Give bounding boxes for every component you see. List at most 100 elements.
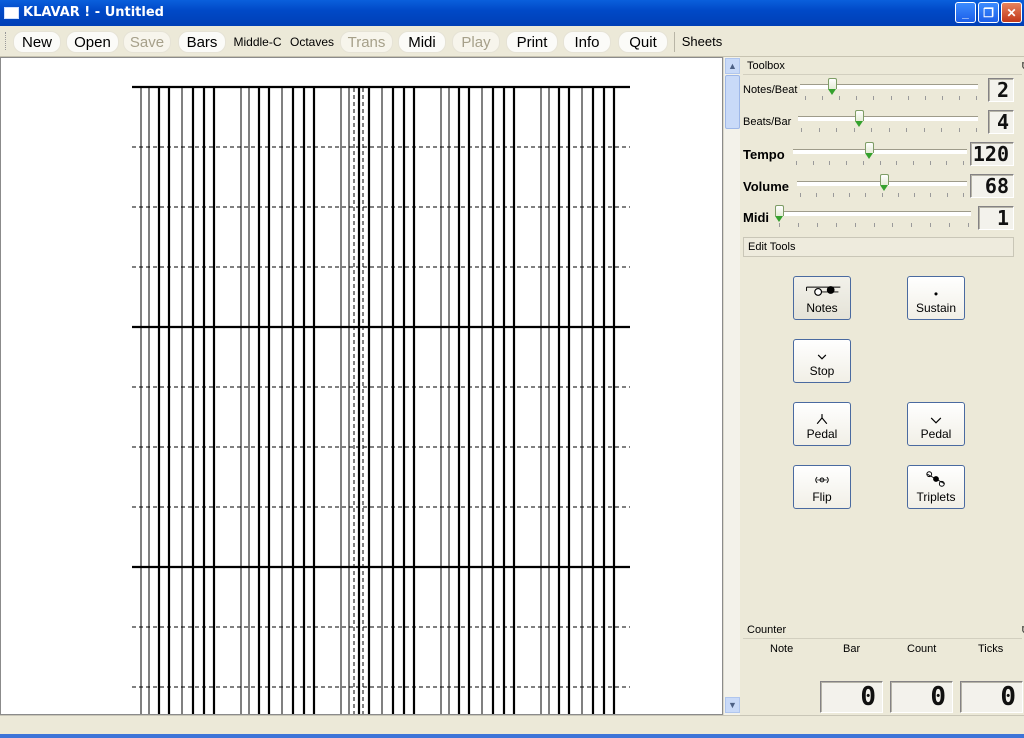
octaves-button[interactable]: Octaves [286, 31, 338, 53]
slider-tick [816, 193, 817, 197]
slider-tick [963, 193, 964, 197]
slider-tick [836, 223, 837, 227]
volume-slider-thumb[interactable] [880, 174, 889, 191]
bars-button[interactable]: Bars [178, 31, 226, 53]
volume-display: 68 [970, 174, 1014, 198]
slider-tick [906, 128, 907, 132]
sustain-tool-button[interactable]: Sustain [907, 276, 965, 320]
slider-tick [942, 96, 943, 100]
slider-tick [855, 223, 856, 227]
slider-tick [930, 223, 931, 227]
close-button[interactable]: ✕ [1001, 2, 1022, 23]
stop-tool-button[interactable]: Stop [793, 339, 851, 383]
slider-tick [871, 128, 872, 132]
midi-ticks [779, 223, 969, 227]
slider-tick [829, 161, 830, 165]
volume-label: Volume [743, 179, 789, 194]
triplets-tool-button[interactable]: Triplets [907, 465, 965, 509]
app-icon [4, 7, 19, 19]
slider-tick [949, 223, 950, 227]
slider-tick [800, 193, 801, 197]
status-bar [0, 715, 1024, 735]
notes-per-beat-display: 2 [988, 78, 1014, 102]
minimize-icon: _ [962, 6, 969, 20]
slider-tick [863, 161, 864, 165]
pedal-down-icon [816, 414, 828, 424]
counter-bar-display: 0 [820, 681, 883, 713]
beats-per-bar-track [798, 116, 978, 121]
save-button[interactable]: Save [123, 31, 171, 53]
title-bar: KLAVAR ! - Untitled _ ❐ ✕ [0, 0, 1024, 26]
slider-tick [976, 128, 977, 132]
slider-tick [925, 96, 926, 100]
score-canvas[interactable] [0, 57, 723, 715]
sheets-button[interactable]: Sheets [678, 31, 726, 53]
print-button[interactable]: Print [506, 31, 558, 53]
toolbar-separator [674, 32, 675, 52]
minimize-button[interactable]: _ [955, 2, 976, 23]
beats-per-bar-ticks [801, 128, 977, 132]
slider-tick [908, 96, 909, 100]
notes-per-beat-ticks [805, 96, 977, 100]
pedal-up-tool-label: Pedal [920, 427, 952, 441]
tempo-slider-thumb[interactable] [865, 142, 874, 159]
pedal-up-tool-button[interactable]: Pedal [907, 402, 965, 446]
slider-tick [801, 128, 802, 132]
slider-tick [805, 96, 806, 100]
flip-icon [815, 476, 829, 484]
play-button[interactable]: Play [452, 31, 500, 53]
pedal-down-tool-button[interactable]: Pedal [793, 402, 851, 446]
slider-tick [959, 128, 960, 132]
slider-tick [873, 96, 874, 100]
counter-title: Counter [747, 624, 787, 636]
slider-tick [813, 161, 814, 165]
midi-button[interactable]: Midi [398, 31, 446, 53]
slider-tick [865, 193, 866, 197]
tempo-ticks [796, 161, 964, 165]
slider-tick [891, 96, 892, 100]
vertical-scrollbar[interactable]: ▲ ▼ [723, 57, 740, 715]
edit-tools-header: Edit Tools [743, 237, 1014, 257]
pedal-down-tool-label: Pedal [806, 427, 838, 441]
slider-tick [947, 193, 948, 197]
beats-per-bar-label: Beats/Bar [743, 116, 792, 128]
midi-slider-thumb[interactable] [775, 205, 784, 222]
slider-tick [911, 223, 912, 227]
quit-button[interactable]: Quit [618, 31, 668, 53]
scroll-up-arrow-icon[interactable]: ▲ [725, 58, 740, 74]
notes-tool-button[interactable]: Notes [793, 276, 851, 320]
slider-tick [930, 161, 931, 165]
tempo-label: Tempo [743, 147, 785, 162]
beats-per-bar-slider-thumb[interactable] [855, 110, 864, 127]
beats-per-bar-display: 4 [988, 110, 1014, 134]
slider-tick [854, 128, 855, 132]
notes-per-beat-track [800, 84, 978, 89]
info-button[interactable]: Info [563, 31, 611, 53]
trans-button[interactable]: Trans [340, 31, 393, 53]
sustain-tool-label: Sustain [915, 301, 957, 315]
open-button[interactable]: Open [66, 31, 119, 53]
middle-c-button[interactable]: Middle-C [231, 31, 284, 53]
slider-tick [839, 96, 840, 100]
toolbar-grip[interactable] [5, 32, 9, 50]
restore-icon: ❐ [983, 6, 994, 20]
restore-button[interactable]: ❐ [978, 2, 999, 23]
midi-track [775, 211, 971, 216]
slider-tick [798, 223, 799, 227]
scroll-down-arrow-icon[interactable]: ▼ [725, 697, 740, 713]
slider-tick [896, 161, 897, 165]
triplets-icon [926, 471, 945, 487]
window-title: KLAVAR ! - Untitled [23, 5, 164, 20]
scroll-thumb[interactable] [725, 75, 740, 129]
toolbox-title: Toolbox [747, 60, 785, 72]
flip-tool-button[interactable]: Flip [793, 465, 851, 509]
new-button[interactable]: New [13, 31, 61, 53]
slider-tick [914, 193, 915, 197]
slider-tick [924, 128, 925, 132]
slider-tick [889, 128, 890, 132]
slider-tick [833, 193, 834, 197]
counter-col-bar: Bar [843, 643, 861, 655]
slider-tick [836, 128, 837, 132]
stop-chevron-icon [817, 354, 827, 360]
notes-per-beat-slider-thumb[interactable] [828, 78, 837, 95]
